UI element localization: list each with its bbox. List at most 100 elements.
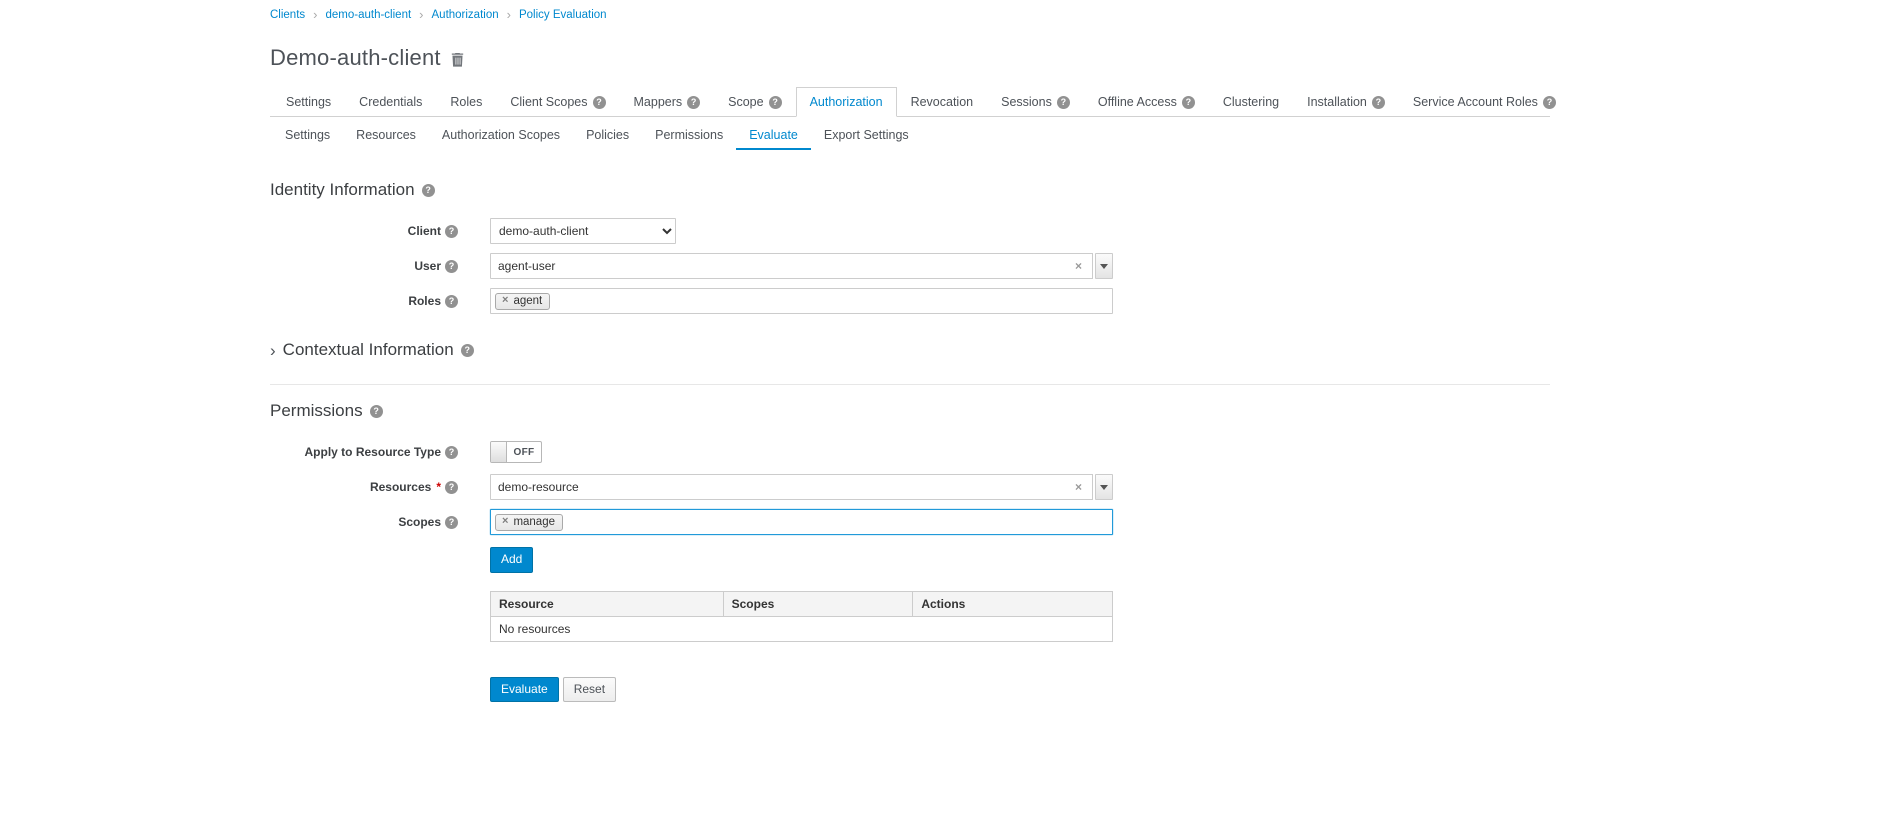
subtab-authorization-scopes[interactable]: Authorization Scopes xyxy=(429,120,573,150)
resources-label: Resources * ? xyxy=(270,474,458,494)
tab-installation[interactable]: Installation? xyxy=(1293,87,1399,117)
breadcrumb-clients[interactable]: Clients xyxy=(270,9,305,21)
help-icon[interactable]: ? xyxy=(1543,96,1556,109)
tab-roles[interactable]: Roles xyxy=(436,87,496,117)
resources-select[interactable]: demo-resource × xyxy=(490,474,1113,500)
help-icon[interactable]: ? xyxy=(593,96,606,109)
table-row-wrap: Resource Scopes Actions No resources xyxy=(270,573,1550,642)
contextual-information-header[interactable]: › Contextual Information ? xyxy=(270,340,1550,360)
tab-authorization[interactable]: Authorization xyxy=(796,87,897,117)
breadcrumb: Clients › demo-auth-client › Authorizati… xyxy=(270,0,1550,21)
help-icon[interactable]: ? xyxy=(769,96,782,109)
help-icon[interactable]: ? xyxy=(445,225,458,238)
scopes-input[interactable]: × manage xyxy=(490,509,1113,535)
section-title-text: Permissions xyxy=(270,401,363,421)
breadcrumb-client[interactable]: demo-auth-client xyxy=(326,9,412,21)
help-icon[interactable]: ? xyxy=(445,446,458,459)
help-icon[interactable]: ? xyxy=(445,516,458,529)
tab-label: Authorization xyxy=(810,95,883,109)
client-select[interactable]: demo-auth-client xyxy=(490,218,676,244)
roles-input[interactable]: × agent xyxy=(490,288,1113,314)
user-field-row: User ? agent-user × xyxy=(270,253,1550,279)
tab-scope[interactable]: Scope? xyxy=(714,87,795,117)
toggle-handle xyxy=(491,442,507,462)
apply-resource-type-label: Apply to Resource Type ? xyxy=(270,439,458,459)
breadcrumb-separator-icon: › xyxy=(419,8,423,21)
tab-clustering[interactable]: Clustering xyxy=(1209,87,1293,117)
evaluate-button[interactable]: Evaluate xyxy=(490,677,559,703)
breadcrumb-authorization[interactable]: Authorization xyxy=(432,9,499,21)
tab-label: Scope xyxy=(728,95,763,109)
tab-label: Roles xyxy=(450,95,482,109)
tab-revocation[interactable]: Revocation xyxy=(897,87,988,117)
identity-form: Client ? demo-auth-client User ? agent-u… xyxy=(270,218,1550,314)
spacer xyxy=(270,547,458,553)
subtab-policies[interactable]: Policies xyxy=(573,120,642,150)
help-icon[interactable]: ? xyxy=(370,405,383,418)
tab-label: Client Scopes xyxy=(510,95,587,109)
authorization-subtabs: Settings Resources Authorization Scopes … xyxy=(270,120,1550,150)
column-header-resource: Resource xyxy=(491,591,724,616)
identity-information-header: Identity Information ? xyxy=(270,180,1550,200)
subtab-settings[interactable]: Settings xyxy=(272,120,343,150)
caret-down-icon xyxy=(1100,264,1108,269)
role-tag: × agent xyxy=(495,293,550,310)
breadcrumb-separator-icon: › xyxy=(507,8,511,21)
help-icon[interactable]: ? xyxy=(445,260,458,273)
reset-button[interactable]: Reset xyxy=(563,677,616,703)
tab-label: Offline Access xyxy=(1098,95,1177,109)
roles-label: Roles ? xyxy=(270,288,458,308)
clear-selection-icon[interactable]: × xyxy=(1072,259,1085,273)
user-select[interactable]: agent-user × xyxy=(490,253,1113,279)
page-title: Demo-auth-client xyxy=(270,45,441,71)
tab-client-scopes[interactable]: Client Scopes? xyxy=(496,87,619,117)
resources-field-row: Resources * ? demo-resource × xyxy=(270,474,1550,500)
spacer xyxy=(270,651,458,657)
help-icon[interactable]: ? xyxy=(1372,96,1385,109)
help-icon[interactable]: ? xyxy=(445,295,458,308)
help-icon[interactable]: ? xyxy=(461,344,474,357)
subtab-evaluate[interactable]: Evaluate xyxy=(736,120,811,150)
section-title-text: Contextual Information xyxy=(283,340,454,360)
breadcrumb-policy-evaluation[interactable]: Policy Evaluation xyxy=(519,9,607,21)
dropdown-toggle-button[interactable] xyxy=(1095,253,1113,279)
tab-label: Settings xyxy=(286,95,331,109)
tab-offline-access[interactable]: Offline Access? xyxy=(1084,87,1209,117)
tab-sessions[interactable]: Sessions? xyxy=(987,87,1084,117)
help-icon[interactable]: ? xyxy=(1057,96,1070,109)
resources-select-value[interactable]: demo-resource × xyxy=(490,474,1093,500)
tab-mappers[interactable]: Mappers? xyxy=(620,87,715,117)
tab-label: Installation xyxy=(1307,95,1367,109)
add-button[interactable]: Add xyxy=(490,547,533,573)
help-icon[interactable]: ? xyxy=(687,96,700,109)
tab-service-account-roles[interactable]: Service Account Roles? xyxy=(1399,87,1570,117)
chevron-right-icon: › xyxy=(270,342,276,359)
help-icon[interactable]: ? xyxy=(1182,96,1195,109)
label-text: Scopes xyxy=(398,515,441,529)
spacer xyxy=(270,573,458,579)
label-text: Roles xyxy=(408,294,441,308)
subtab-resources[interactable]: Resources xyxy=(343,120,429,150)
label-text: Apply to Resource Type xyxy=(305,445,441,459)
help-icon[interactable]: ? xyxy=(445,481,458,494)
roles-field-row: Roles ? × agent xyxy=(270,288,1550,314)
resources-table: Resource Scopes Actions No resources xyxy=(490,591,1113,642)
section-title-text: Identity Information xyxy=(270,180,415,200)
apply-resource-type-toggle[interactable]: OFF xyxy=(490,441,542,463)
remove-tag-icon[interactable]: × xyxy=(502,516,508,527)
trash-icon[interactable] xyxy=(451,53,464,67)
subtab-export-settings[interactable]: Export Settings xyxy=(811,120,922,150)
permissions-header: Permissions ? xyxy=(270,401,1550,421)
tab-label: Revocation xyxy=(911,95,974,109)
add-row: Add xyxy=(270,547,1550,573)
dropdown-toggle-button[interactable] xyxy=(1095,474,1113,500)
help-icon[interactable]: ? xyxy=(422,184,435,197)
remove-tag-icon[interactable]: × xyxy=(502,295,508,306)
user-select-value[interactable]: agent-user × xyxy=(490,253,1093,279)
tab-settings[interactable]: Settings xyxy=(272,87,345,117)
page-header: Demo-auth-client xyxy=(270,45,1550,71)
column-header-actions: Actions xyxy=(913,591,1113,616)
tab-credentials[interactable]: Credentials xyxy=(345,87,436,117)
subtab-permissions[interactable]: Permissions xyxy=(642,120,736,150)
clear-selection-icon[interactable]: × xyxy=(1072,480,1085,494)
